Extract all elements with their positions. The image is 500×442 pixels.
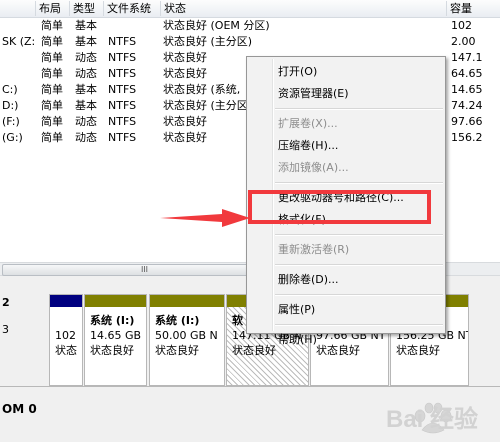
table-row[interactable]: SK (Z:) 简单基本 NTFS 状态良好 (主分区) 2.00 [0, 34, 500, 50]
scroll-grip: III [140, 265, 149, 274]
menu-item[interactable]: 属性(P) [248, 299, 444, 321]
partition-color-bar [50, 295, 82, 307]
cell-vol: (F:) [2, 115, 20, 128]
cell-type: 动态 [75, 131, 97, 144]
partition-color-bar [150, 295, 224, 307]
cell-type: 动态 [75, 67, 97, 80]
cell-fs: NTFS [108, 99, 137, 112]
disk-info: 3 [2, 323, 9, 336]
cell-vol: SK (Z:) [2, 35, 34, 48]
cell-cap: 147.1 [451, 51, 483, 64]
cell-type: 基本 [75, 35, 97, 48]
disk-divider [0, 386, 500, 387]
partition-name: 系统 (I:) [155, 314, 200, 327]
cell-type: 动态 [75, 51, 97, 64]
menu-item[interactable]: 删除卷(D)... [248, 269, 444, 291]
partition-status: 状态良好 [90, 344, 134, 357]
column-header-layout[interactable]: 布局 [35, 1, 69, 16]
pointer-arrow-icon [160, 209, 250, 227]
cell-vol: C:) [2, 83, 18, 96]
menu-item[interactable]: 打开(O) [248, 61, 444, 83]
cell-cap: 102 [451, 19, 472, 32]
menu-separator [275, 182, 443, 184]
scrollbar-thumb[interactable]: III [2, 264, 287, 276]
cell-fs: NTFS [108, 35, 137, 48]
cell-cap: 14.65 [451, 83, 483, 96]
partition-name [55, 313, 79, 328]
partition-details: 102 状态 [50, 307, 82, 385]
watermark-text: Bai 经验 [386, 405, 478, 433]
disk-label: 2 3 [0, 296, 49, 356]
partition-details: 系统 (I:) 50.00 GB N 状态良好 [150, 307, 224, 385]
menu-separator [275, 108, 443, 110]
partition-status: 状态 [55, 344, 77, 357]
partition-details: 系统 (I:) 14.65 GB 状态良好 [85, 307, 146, 385]
cell-type: 动态 [75, 115, 97, 128]
column-header-capacity[interactable]: 容量 [446, 1, 500, 16]
cell-fs: NTFS [108, 67, 137, 80]
cell-fs: NTFS [108, 131, 137, 144]
cell-status: 状态良好 (主分区) [163, 35, 253, 48]
cell-layout: 简单 [41, 83, 63, 96]
menu-separator [275, 264, 443, 266]
menu-separator [275, 234, 443, 236]
column-header-filesystem[interactable]: 文件系统 [103, 1, 162, 16]
partition-size: 14.65 GB [90, 329, 142, 342]
menu-separator [275, 324, 443, 326]
partition-block[interactable]: 102 状态 [49, 294, 83, 386]
cell-cap: 156.2 [451, 131, 483, 144]
column-header: 布局 类型 文件系统 状态 容量 [0, 0, 500, 18]
partition-color-bar [85, 295, 146, 307]
column-header-type[interactable]: 类型 [69, 1, 106, 16]
menu-item: 扩展卷(X)... [278, 117, 338, 130]
column-header-status[interactable]: 状态 [160, 1, 446, 16]
menu-item[interactable]: 帮助(H) [248, 329, 444, 351]
baidu-watermark-icon: Bai 经验 [386, 402, 478, 434]
menu-item: 添加镜像(A)... [278, 161, 349, 174]
table-row[interactable]: 简单 基本 状态良好 (OEM 分区) 102 [0, 18, 500, 34]
cell-cap: 74.24 [451, 99, 483, 112]
cell-cap: 97.66 [451, 115, 483, 128]
partition-size: 102 [55, 329, 76, 342]
disk-number: 2 [2, 296, 10, 309]
cell-type: 基本 [75, 83, 97, 96]
cell-fs: NTFS [108, 115, 137, 128]
menu-item[interactable]: 压缩卷(H)... [248, 135, 444, 157]
partition-status: 状态良好 [155, 344, 199, 357]
partition-size: 50.00 GB N [155, 329, 218, 342]
cell-type: 基本 [75, 19, 97, 32]
cell-layout: 简单 [41, 19, 63, 32]
cell-fs: NTFS [108, 51, 137, 64]
cell-layout: 简单 [41, 51, 63, 64]
cell-type: 基本 [75, 99, 97, 112]
cell-layout: 简单 [41, 67, 63, 80]
cell-status: 状态良好 (OEM 分区) [163, 19, 270, 32]
cell-layout: 简单 [41, 131, 63, 144]
partition-block[interactable]: 系统 (I:) 50.00 GB N 状态良好 [149, 294, 225, 386]
menu-separator [275, 294, 443, 296]
cell-vol: (G:) [2, 131, 23, 144]
cell-cap: 64.65 [451, 67, 483, 80]
cell-layout: 简单 [41, 35, 63, 48]
cell-fs: NTFS [108, 83, 137, 96]
cell-layout: 简单 [41, 99, 63, 112]
cell-layout: 简单 [41, 115, 63, 128]
partition-name: 系统 (I:) [90, 314, 135, 327]
partition-block[interactable]: 系统 (I:) 14.65 GB 状态良好 [84, 294, 147, 386]
cdrom-label: OM 0 [0, 402, 49, 422]
highlight-box [248, 190, 431, 224]
menu-item: 重新激活卷(R) [278, 243, 350, 256]
cell-vol: D:) [2, 99, 19, 112]
menu-item[interactable]: 资源管理器(E) [248, 83, 444, 105]
cell-cap: 2.00 [451, 35, 476, 48]
